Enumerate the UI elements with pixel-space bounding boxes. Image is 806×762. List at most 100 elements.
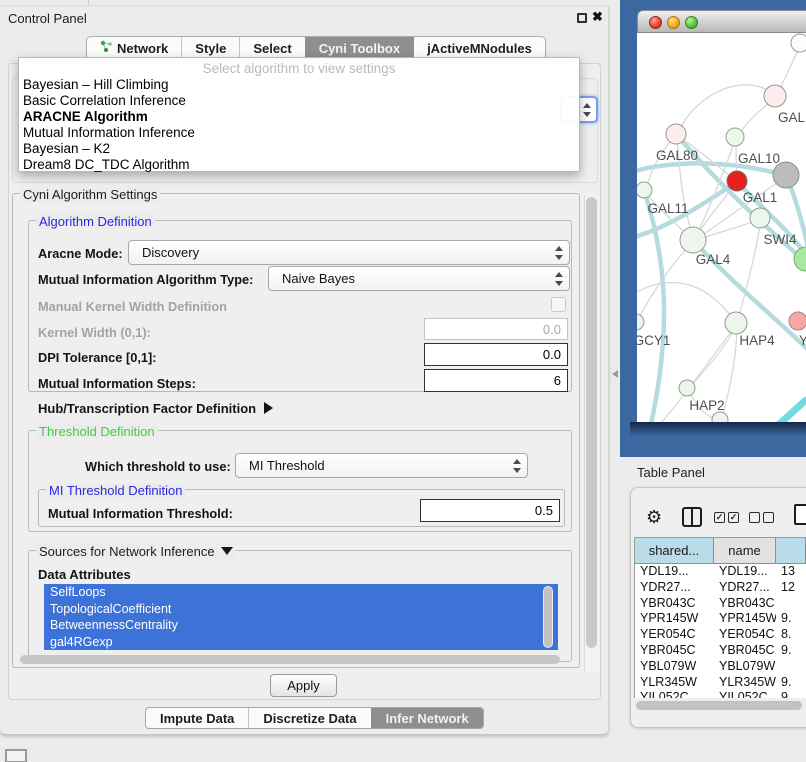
table-cell[interactable]: YDR27... [714, 580, 776, 596]
attributes-list-scrollbar[interactable] [543, 586, 553, 648]
table-settings-gear-icon[interactable]: ⚙ [646, 506, 662, 528]
table-column-header[interactable] [776, 538, 806, 563]
panel-split-collapse-arrow[interactable] [612, 370, 618, 378]
table-cell[interactable]: 9. [776, 611, 806, 627]
table-cell[interactable]: YBR045C [635, 643, 714, 659]
deselect-checkbox-icon[interactable] [749, 512, 760, 523]
dropdown-item[interactable]: Basic Correlation Inference [19, 93, 579, 109]
table-cell[interactable]: YIL052C [714, 690, 776, 698]
table-cell[interactable]: 9. [776, 643, 806, 659]
table-cell[interactable] [776, 659, 806, 675]
tab-style[interactable]: Style [181, 37, 239, 59]
node-partial-bottom[interactable] [712, 412, 728, 422]
column-layout-icon[interactable] [682, 507, 702, 527]
data-attribute-item-selected[interactable]: gal4RGexp [44, 634, 558, 651]
table-cell[interactable] [776, 596, 806, 612]
table-cell[interactable]: YDL19... [635, 564, 714, 580]
dpi-tolerance-field[interactable] [424, 343, 568, 366]
table-cell[interactable]: 8. [776, 627, 806, 643]
select-all-checkbox-icon[interactable]: ✓ [714, 512, 725, 523]
table-row[interactable]: YBR045CYBR045C9. [635, 643, 806, 659]
tab-select[interactable]: Select [239, 37, 304, 59]
table-cell[interactable]: YBL079W [714, 659, 776, 675]
node-salmon[interactable] [789, 312, 806, 330]
scrollbar-thumb[interactable] [636, 701, 802, 710]
which-threshold-combobox[interactable]: MI Threshold [235, 453, 528, 478]
hub-definition-toggle[interactable]: Hub/Transcription Factor Definition [38, 401, 273, 416]
table-column-header[interactable]: name [714, 538, 776, 563]
table-cell[interactable]: YDR27... [635, 580, 714, 596]
table-cell[interactable]: YPR145W [635, 611, 714, 627]
table-cell[interactable]: 9 [776, 690, 806, 698]
table-column-header[interactable]: shared... [635, 538, 714, 563]
sources-legend[interactable]: Sources for Network Inference [36, 544, 236, 559]
close-icon[interactable]: ✖ [592, 9, 603, 25]
node-gal-partial[interactable] [764, 85, 786, 107]
tab-network[interactable]: Network [87, 37, 181, 59]
tab-impute-data[interactable]: Impute Data [146, 708, 248, 728]
mi-steps-field[interactable] [424, 369, 568, 392]
node-gal4[interactable] [680, 227, 706, 253]
table-row[interactable]: YLR345WYLR345W9. [635, 675, 806, 691]
table-cell[interactable]: 12 [776, 580, 806, 596]
table-cell[interactable]: 13 [776, 564, 806, 580]
deselect-checkbox-icon-2[interactable] [763, 512, 774, 523]
settings-vertical-scrollbar-thumb[interactable] [586, 197, 597, 648]
dropdown-item[interactable]: ARACNE Algorithm [19, 109, 579, 125]
table-row[interactable]: YER054CYER054C8. [635, 627, 806, 643]
table-row[interactable]: YDR27...YDR27...12 [635, 580, 806, 596]
data-attribute-item-selected[interactable]: SelfLoops [44, 584, 558, 601]
data-attribute-item-selected[interactable]: TopologicalCoefficient [44, 601, 558, 618]
new-table-document-icon[interactable] [794, 504, 806, 525]
table-cell[interactable]: YLR345W [635, 675, 714, 691]
table-horizontal-scrollbar[interactable] [634, 700, 804, 711]
zoom-traffic-light[interactable] [685, 16, 698, 29]
table-row[interactable]: YIL052CYIL052C9 [635, 690, 806, 698]
node-partial-top[interactable] [791, 34, 806, 52]
settings-horizontal-scrollbar[interactable] [20, 655, 560, 664]
table-cell[interactable]: YER054C [714, 627, 776, 643]
table-cell[interactable]: YBL079W [635, 659, 714, 675]
dropdown-item[interactable]: Bayesian – K2 [19, 141, 579, 157]
dropdown-item[interactable]: Mutual Information Inference [19, 125, 579, 141]
node-gcy1[interactable] [637, 314, 644, 330]
node-gal80[interactable] [666, 124, 686, 144]
scrollbar-thumb[interactable] [544, 587, 552, 647]
table-cell[interactable]: YBR045C [714, 643, 776, 659]
tab-discretize-data[interactable]: Discretize Data [248, 708, 370, 728]
node-hap2[interactable] [679, 380, 695, 396]
tab-jactivemnodules[interactable]: jActiveMNodules [413, 37, 545, 59]
table-cell[interactable]: YBR043C [714, 596, 776, 612]
close-traffic-light[interactable] [649, 16, 662, 29]
table-cell[interactable]: YPR145W [714, 611, 776, 627]
node-hap4[interactable] [725, 312, 747, 334]
tab-cyni-toolbox[interactable]: Cyni Toolbox [305, 37, 413, 59]
mi-threshold-field[interactable] [420, 499, 560, 522]
aracne-mode-combobox[interactable]: Discovery [128, 240, 570, 265]
data-attribute-item-selected[interactable]: BetweennessCentrality [44, 617, 558, 634]
table-cell[interactable]: YER054C [635, 627, 714, 643]
mi-algorithm-type-combobox[interactable]: Naive Bayes [268, 266, 570, 291]
table-cell[interactable]: YBR043C [635, 596, 714, 612]
data-attributes-list[interactable]: SelfLoopsTopologicalCoefficientBetweenne… [44, 584, 558, 650]
table-cell[interactable]: YLR345W [714, 675, 776, 691]
select-all-checkbox-icon-2[interactable]: ✓ [728, 512, 739, 523]
table-cell[interactable]: YIL052C [635, 690, 714, 698]
table-row[interactable]: YDL19...YDL19...13 [635, 564, 806, 580]
node-gal11[interactable] [637, 182, 652, 198]
float-window-icon[interactable] [577, 13, 587, 23]
apply-button[interactable]: Apply [270, 674, 337, 697]
table-cell[interactable]: 9. [776, 675, 806, 691]
minimize-traffic-light[interactable] [667, 16, 680, 29]
node-selected-red[interactable] [727, 171, 747, 191]
node-gal10[interactable] [726, 128, 744, 146]
network-view-canvas[interactable]: GALGAL80GAL10GAL11GAL1SWI4GAL4GCY1HAP4YH… [637, 33, 806, 422]
table-cell[interactable]: YDL19... [714, 564, 776, 580]
dropdown-item[interactable]: Bayesian – Hill Climbing [19, 77, 579, 93]
table-row[interactable]: YPR145WYPR145W9. [635, 611, 806, 627]
tab-infer-network[interactable]: Infer Network [371, 708, 483, 728]
node-gal1[interactable] [750, 208, 770, 228]
table-row[interactable]: YBL079WYBL079W [635, 659, 806, 675]
table-row[interactable]: YBR043CYBR043C [635, 596, 806, 612]
dropdown-item[interactable]: Dream8 DC_TDC Algorithm [19, 157, 579, 173]
